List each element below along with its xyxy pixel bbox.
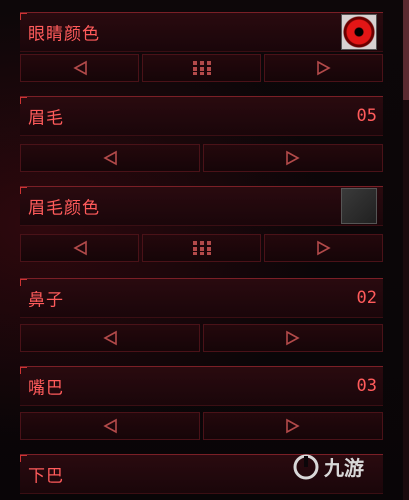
nose-next-button[interactable] xyxy=(203,324,383,352)
watermark-text: 九游 xyxy=(324,456,364,480)
eyebrow-color-swatch[interactable] xyxy=(341,188,377,224)
mouth-row[interactable]: 嘴巴 03 xyxy=(20,366,383,406)
mouth-label: 嘴巴 xyxy=(28,378,64,399)
mouth-controls xyxy=(20,412,383,440)
eye-color-grid-button[interactable] xyxy=(142,54,261,82)
scrollbar-thumb[interactable] xyxy=(403,0,409,100)
arrow-left-icon xyxy=(103,418,117,434)
arrow-left-icon xyxy=(103,150,117,166)
eyebrow-color-next-button[interactable] xyxy=(264,234,383,262)
jaw-label: 下巴 xyxy=(28,466,64,487)
eye-color-swatch[interactable] xyxy=(341,14,377,50)
arrow-right-icon xyxy=(316,60,331,76)
appearance-panel: 眼睛颜色 眉毛 05 眉毛颜色 鼻子 02 嘴巴 03 下巴 xyxy=(0,0,409,500)
eye-color-label: 眼睛颜色 xyxy=(28,24,100,45)
eye-color-controls xyxy=(20,54,383,82)
arrow-left-icon xyxy=(72,60,87,76)
eyebrows-next-button[interactable] xyxy=(203,144,383,172)
mouth-value: 03 xyxy=(356,376,377,396)
arrow-left-icon xyxy=(72,240,87,256)
eyebrows-row[interactable]: 眉毛 05 xyxy=(20,96,383,136)
arrow-left-icon xyxy=(103,330,117,346)
nose-label: 鼻子 xyxy=(28,290,64,311)
eyebrow-color-controls xyxy=(20,234,383,262)
watermark-icon xyxy=(293,454,319,479)
scrollbar[interactable] xyxy=(403,0,409,500)
eyebrow-color-prev-button[interactable] xyxy=(20,234,139,262)
grid-icon xyxy=(192,61,211,75)
nose-row[interactable]: 鼻子 02 xyxy=(20,278,383,318)
eyebrows-value: 05 xyxy=(356,106,377,126)
mouth-prev-button[interactable] xyxy=(20,412,200,440)
eyebrow-color-row[interactable]: 眉毛颜色 xyxy=(20,186,383,226)
eyebrows-controls xyxy=(20,144,383,172)
eye-color-next-button[interactable] xyxy=(264,54,383,82)
arrow-right-icon xyxy=(286,150,300,166)
eye-color-row[interactable]: 眼睛颜色 xyxy=(20,12,383,52)
nose-controls xyxy=(20,324,383,352)
arrow-right-icon xyxy=(286,418,300,434)
eyebrows-prev-button[interactable] xyxy=(20,144,200,172)
watermark-logo: 九游 xyxy=(292,452,364,481)
arrow-right-icon xyxy=(286,330,300,346)
grid-icon xyxy=(192,241,211,255)
eyebrow-color-label: 眉毛颜色 xyxy=(28,198,100,219)
eyebrow-color-grid-button[interactable] xyxy=(142,234,261,262)
nose-value: 02 xyxy=(356,288,377,308)
mouth-next-button[interactable] xyxy=(203,412,383,440)
arrow-right-icon xyxy=(316,240,331,256)
eyebrows-label: 眉毛 xyxy=(28,108,64,129)
eye-color-prev-button[interactable] xyxy=(20,54,139,82)
nose-prev-button[interactable] xyxy=(20,324,200,352)
